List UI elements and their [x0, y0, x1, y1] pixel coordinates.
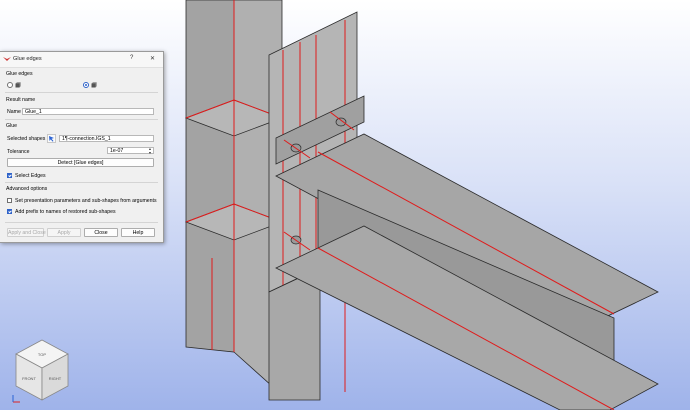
tolerance-label: Tolerance	[7, 149, 30, 155]
set-presentation-label: Set presentation parameters and sub-shap…	[15, 198, 157, 204]
separator	[5, 222, 158, 223]
help-icon[interactable]: ?	[130, 55, 133, 61]
dialog-title: Glue edges	[13, 56, 42, 62]
add-prefix-label: Add prefix to names of restored sub-shap…	[15, 209, 116, 215]
spin-down-icon[interactable]: ▼	[147, 151, 153, 155]
view-cube[interactable]: TOP FRONT RIGHT	[10, 338, 74, 404]
column-web-face	[185, 0, 235, 353]
name-field[interactable]: Glue_1	[22, 108, 154, 115]
name-label: Name	[7, 109, 21, 115]
bolt-head-2	[335, 117, 347, 127]
select-edges-label: Select Edges	[15, 173, 46, 179]
dialog-titlebar: Glue edges ? ✕	[0, 52, 163, 68]
help-button[interactable]: Help	[121, 228, 155, 237]
add-prefix-checkbox[interactable]	[7, 209, 12, 214]
glue-edges-icon	[3, 57, 11, 61]
mode-radio-2[interactable]	[83, 82, 89, 88]
separator	[5, 119, 158, 120]
shape-cube-icon	[15, 82, 21, 88]
close-button[interactable]: Close	[84, 228, 118, 237]
close-icon[interactable]: ✕	[150, 55, 155, 62]
view-cube-top-label: TOP	[38, 352, 46, 357]
mode-radio-1[interactable]	[7, 82, 13, 88]
separator	[5, 182, 158, 183]
section-glue: Glue	[6, 123, 17, 129]
section-glue-edges: Glue edges	[6, 71, 33, 77]
detect-button[interactable]: Detect [Glue edges]	[7, 158, 154, 167]
view-cube-right-label: RIGHT	[49, 376, 62, 381]
separator	[5, 92, 158, 93]
shapes-cube-icon	[91, 82, 97, 88]
view-cube-front-label: FRONT	[22, 376, 36, 381]
glue-edges-dialog: Glue edges ? ✕ Glue edges Result name Na…	[0, 51, 164, 243]
apply-and-close-button[interactable]: Apply and Close	[7, 228, 46, 237]
selected-shapes-field[interactable]: 1¶-connection.IGS_1	[59, 135, 154, 142]
select-edges-checkbox[interactable]	[7, 173, 12, 178]
set-presentation-checkbox[interactable]	[7, 198, 12, 203]
apply-button[interactable]: Apply	[47, 228, 81, 237]
select-arrow-icon[interactable]	[47, 134, 56, 143]
section-advanced: Advanced options	[6, 186, 48, 192]
section-result-name: Result name	[6, 97, 36, 103]
selected-shapes-label: Selected shapes	[7, 136, 46, 142]
tolerance-spinner[interactable]: ▲ ▼	[147, 147, 153, 156]
